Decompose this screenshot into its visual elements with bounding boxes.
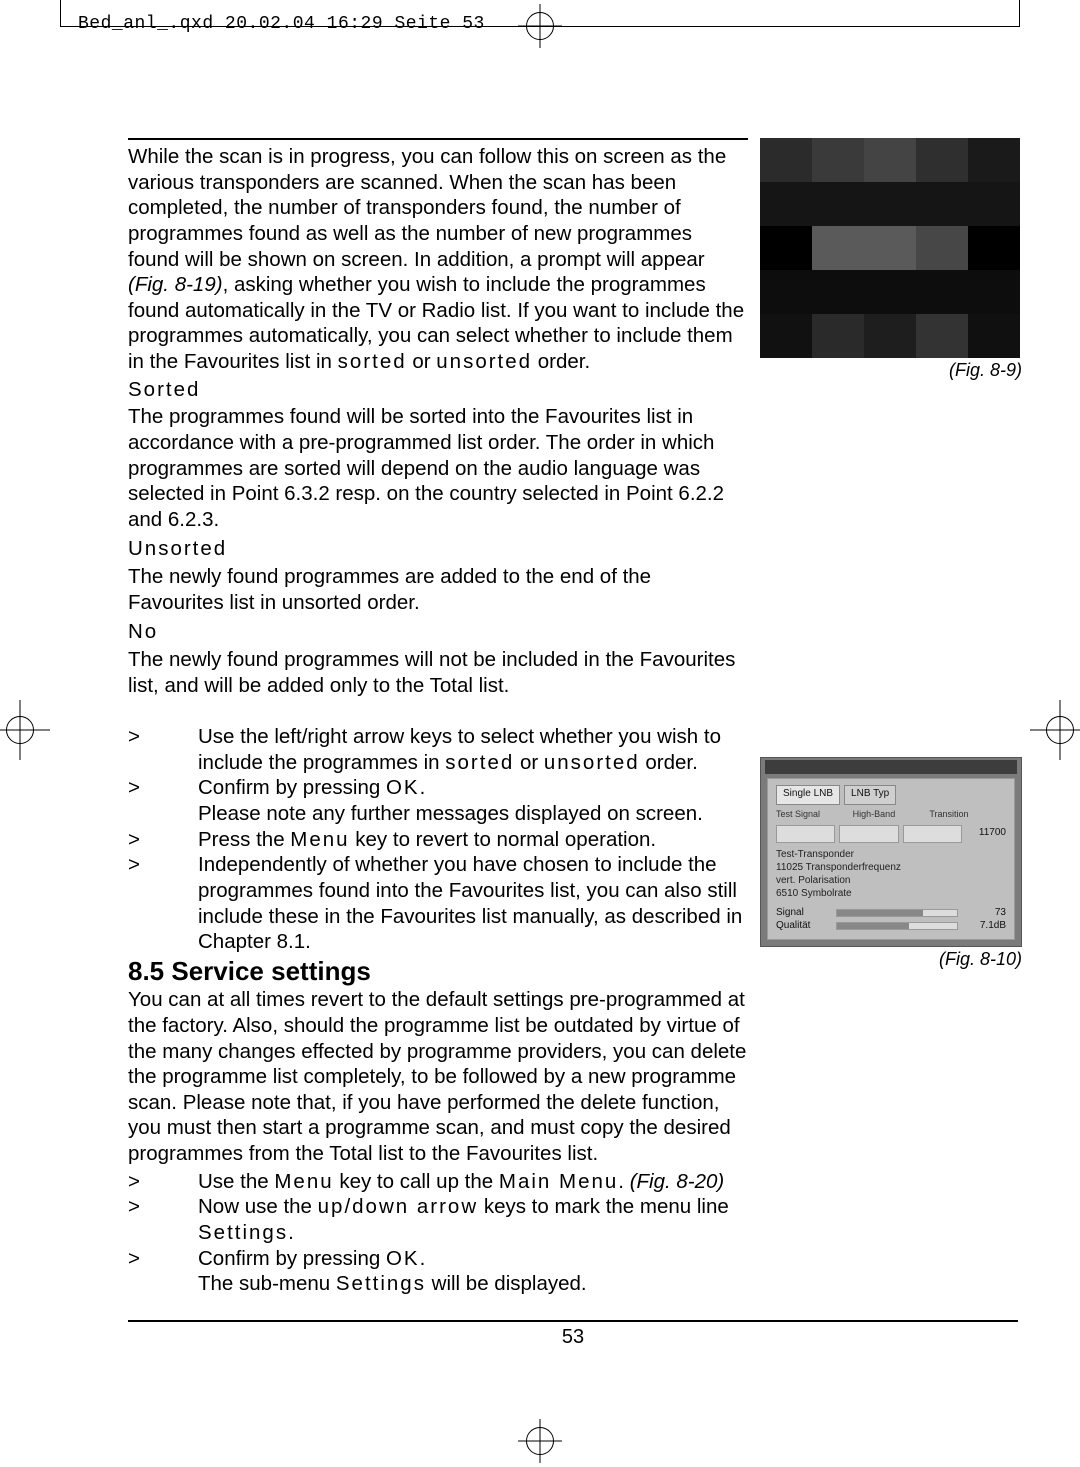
page: Bed_anl_.qxd 20.02.04 16:29 Seite 53 Whi…	[0, 0, 1080, 1467]
list-item: > Use the Menu key to call up the Main M…	[128, 1169, 748, 1195]
unsorted-heading: Unsorted	[128, 536, 748, 562]
section-8-5-body: You can at all times revert to the defau…	[128, 987, 748, 1166]
fig-tab: LNB Typ	[844, 785, 896, 805]
main-text-column: While the scan is in progress, you can f…	[128, 138, 748, 1297]
list-item: > Use the left/right arrow keys to selec…	[128, 724, 748, 775]
crop-marks-bottom	[0, 1427, 1080, 1467]
sorted-heading: Sorted	[128, 377, 748, 403]
registration-mark-right	[1030, 700, 1080, 760]
list-item: > Press the Menu key to revert to normal…	[128, 827, 748, 853]
figure-8-9-image	[760, 138, 1020, 358]
no-heading: No	[128, 619, 748, 645]
list-item: > Confirm by pressing OK. Please note an…	[128, 775, 748, 826]
sorted-body: The programmes found will be sorted into…	[128, 404, 748, 532]
footer-rule	[128, 1320, 1018, 1322]
list-item: > Now use the up/down arrow keys to mark…	[128, 1194, 748, 1245]
intro-paragraph: While the scan is in progress, you can f…	[128, 144, 748, 375]
figure-8-10-caption: (Fig. 8-10)	[760, 949, 1022, 970]
print-header: Bed_anl_.qxd 20.02.04 16:29 Seite 53	[78, 14, 485, 34]
figure-8-10-image: Single LNB LNB Typ Test Signal High-Band…	[760, 757, 1022, 947]
registration-mark-left	[0, 700, 50, 760]
unsorted-body: The newly found programmes are added to …	[128, 564, 748, 615]
instruction-list-1: > Use the left/right arrow keys to selec…	[128, 724, 748, 955]
no-body: The newly found programmes will not be i…	[128, 647, 748, 698]
figures-column: (Fig. 8-9) Single LNB LNB Typ Test Signa…	[760, 138, 1022, 970]
list-item: > Independently of whether you have chos…	[128, 852, 748, 955]
section-heading-8-5: 8.5 Service settings	[128, 955, 748, 988]
fig-tab: Single LNB	[776, 785, 840, 805]
instruction-list-2: > Use the Menu key to call up the Main M…	[128, 1169, 748, 1297]
figure-8-9-caption: (Fig. 8-9)	[760, 360, 1022, 381]
page-number: 53	[128, 1326, 1018, 1349]
list-item: > Confirm by pressing OK. The sub-menu S…	[128, 1246, 748, 1297]
